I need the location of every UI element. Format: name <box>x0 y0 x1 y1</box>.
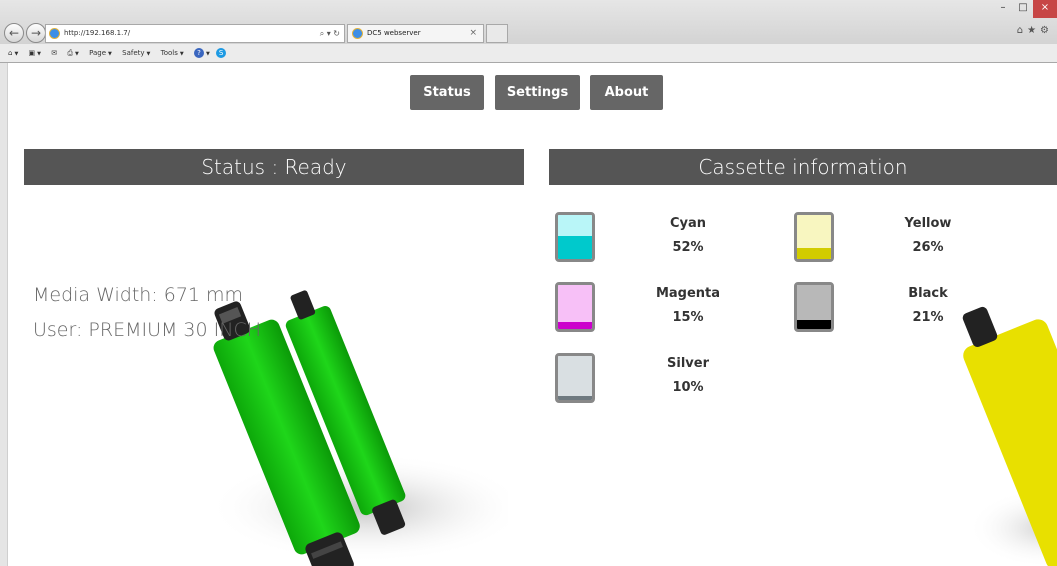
page-menu[interactable]: Page ▼ <box>89 44 112 63</box>
home-favorites-settings-icons[interactable]: ⌂★⚙ <box>1017 25 1053 36</box>
cyan-ink-percent: 52% <box>672 240 704 255</box>
home-icon[interactable]: ⌂ ▼ <box>8 44 18 63</box>
tab-ie-icon <box>352 28 363 39</box>
media-width-text: Media Width: 671 mm <box>33 284 244 306</box>
maximize-button[interactable]: □ <box>1013 0 1033 18</box>
address-url[interactable]: http://192.168.1.7/ <box>64 25 130 42</box>
safety-menu-label: Safety <box>122 49 145 57</box>
minimize-button[interactable]: – <box>993 0 1013 18</box>
black-ink-gauge <box>794 282 834 332</box>
cassette-panel-title: Cassette information <box>549 149 1057 185</box>
magenta-ink-percent: 15% <box>672 310 704 325</box>
print-icon[interactable]: ⎙ ▼ <box>67 44 78 63</box>
skype-icon[interactable]: S <box>216 48 227 58</box>
user-text: User: PREMIUM 30 INCH <box>33 319 261 341</box>
close-window-button[interactable]: × <box>1033 0 1057 18</box>
tools-menu-label: Tools <box>160 49 178 57</box>
new-tab-button[interactable] <box>486 24 508 43</box>
nav-status-button[interactable]: Status <box>410 75 484 110</box>
green-ribbon-cassette-illustration <box>208 290 508 566</box>
forward-button[interactable]: → <box>26 23 46 43</box>
page-left-edge <box>0 63 8 566</box>
page-menu-label: Page <box>89 49 107 57</box>
feeds-icon[interactable]: ▣ ▼ <box>29 44 41 63</box>
magenta-ink-gauge <box>555 282 595 332</box>
cyan-ink-name: Cyan <box>669 216 707 231</box>
command-bar: ⌂ ▼ ▣ ▼ ✉ ⎙ ▼ Page ▼ Safety ▼ Tools ▼ ? ▼ S <box>0 44 1057 62</box>
tab-title: DC5 webserver <box>367 29 421 37</box>
yellow-ribbon-cassette-illustration <box>962 306 1057 566</box>
safety-menu[interactable]: Safety ▼ <box>122 44 150 63</box>
cyan-ink-gauge <box>555 212 595 262</box>
tab-close-icon[interactable]: × <box>469 25 477 42</box>
address-bar[interactable]: http://192.168.1.7/ ⌕ ▾ ↻ <box>45 24 345 43</box>
back-arrow-icon: ← <box>8 26 20 40</box>
forward-arrow-icon: → <box>30 26 42 40</box>
yellow-ink-percent: 26% <box>912 240 944 255</box>
nav-settings-button[interactable]: Settings <box>495 75 580 110</box>
magenta-ink-name: Magenta <box>655 286 721 301</box>
black-ink-percent: 21% <box>912 310 944 325</box>
yellow-ink-gauge <box>794 212 834 262</box>
browser-tab[interactable]: DC5 webserver × <box>347 24 484 43</box>
yellow-ink-name: Yellow <box>904 216 952 231</box>
search-refresh-icons[interactable]: ⌕ ▾ ↻ <box>320 25 340 42</box>
help-icon: ? <box>193 48 204 58</box>
mail-icon[interactable]: ✉ <box>51 44 57 62</box>
ie-icon <box>49 28 60 39</box>
webpage: Status Settings About Status : Ready Cas… <box>8 63 1057 566</box>
silver-ink-name: Silver <box>667 356 709 371</box>
browser-chrome: ← → http://192.168.1.7/ ⌕ ▾ ↻ DC5 webser… <box>0 0 1057 63</box>
tools-menu[interactable]: Tools ▼ <box>161 44 184 63</box>
back-button[interactable]: ← <box>4 23 24 43</box>
black-ink-name: Black <box>908 286 948 301</box>
help-menu[interactable]: ? ▼ <box>193 44 210 63</box>
silver-ink-percent: 10% <box>672 380 704 395</box>
nav-about-button[interactable]: About <box>590 75 663 110</box>
status-panel-title: Status : Ready <box>24 149 524 185</box>
silver-ink-gauge <box>555 353 595 403</box>
